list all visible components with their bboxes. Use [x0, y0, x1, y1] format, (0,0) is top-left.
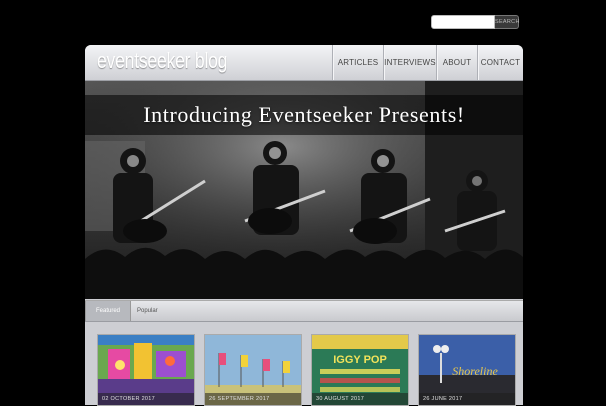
- nav-articles[interactable]: ARTICLES: [332, 45, 383, 80]
- post-date: 26 SEPTEMBER 2017: [205, 393, 301, 405]
- nav-interviews[interactable]: INTERVIEWS: [383, 45, 436, 80]
- tab-featured[interactable]: Featured: [85, 301, 132, 321]
- main-nav: ARTICLES INTERVIEWS ABOUT CONTACT: [332, 45, 523, 80]
- sign-text: Shoreline: [452, 364, 498, 378]
- search-button[interactable]: SEARCH: [495, 15, 519, 29]
- hero-title: Introducing Eventseeker Presents!: [143, 102, 465, 127]
- nav-contact[interactable]: CONTACT: [477, 45, 523, 80]
- site-logo[interactable]: eventseeker blog: [97, 48, 227, 74]
- post-date: 26 JUNE 2017: [419, 393, 515, 405]
- nav-about[interactable]: ABOUT: [436, 45, 477, 80]
- top-search: SEARCH: [431, 15, 519, 29]
- site-header: eventseeker blog ARTICLES INTERVIEWS ABO…: [85, 45, 523, 81]
- poster-headline: IGGY POP: [333, 354, 387, 366]
- search-input[interactable]: [431, 15, 495, 29]
- hero-slider[interactable]: Introducing Eventseeker Presents!: [85, 81, 523, 299]
- post-card[interactable]: 26 SEPTEMBER 2017: [204, 334, 302, 406]
- post-date: 02 OCTOBER 2017: [98, 393, 194, 405]
- post-tabs: Featured Popular: [85, 300, 523, 322]
- post-list: 02 OCTOBER 2017 26 SEPTEMBER 2017 IGGY P…: [97, 334, 516, 406]
- post-date: 30 AUGUST 2017: [312, 393, 408, 405]
- hero-banner: Introducing Eventseeker Presents!: [85, 95, 523, 135]
- post-card[interactable]: IGGY POP 30 AUGUST 2017: [311, 334, 409, 406]
- post-card[interactable]: Shoreline 26 JUNE 2017: [418, 334, 516, 406]
- tab-popular[interactable]: Popular: [127, 301, 168, 321]
- post-card[interactable]: 02 OCTOBER 2017: [97, 334, 195, 406]
